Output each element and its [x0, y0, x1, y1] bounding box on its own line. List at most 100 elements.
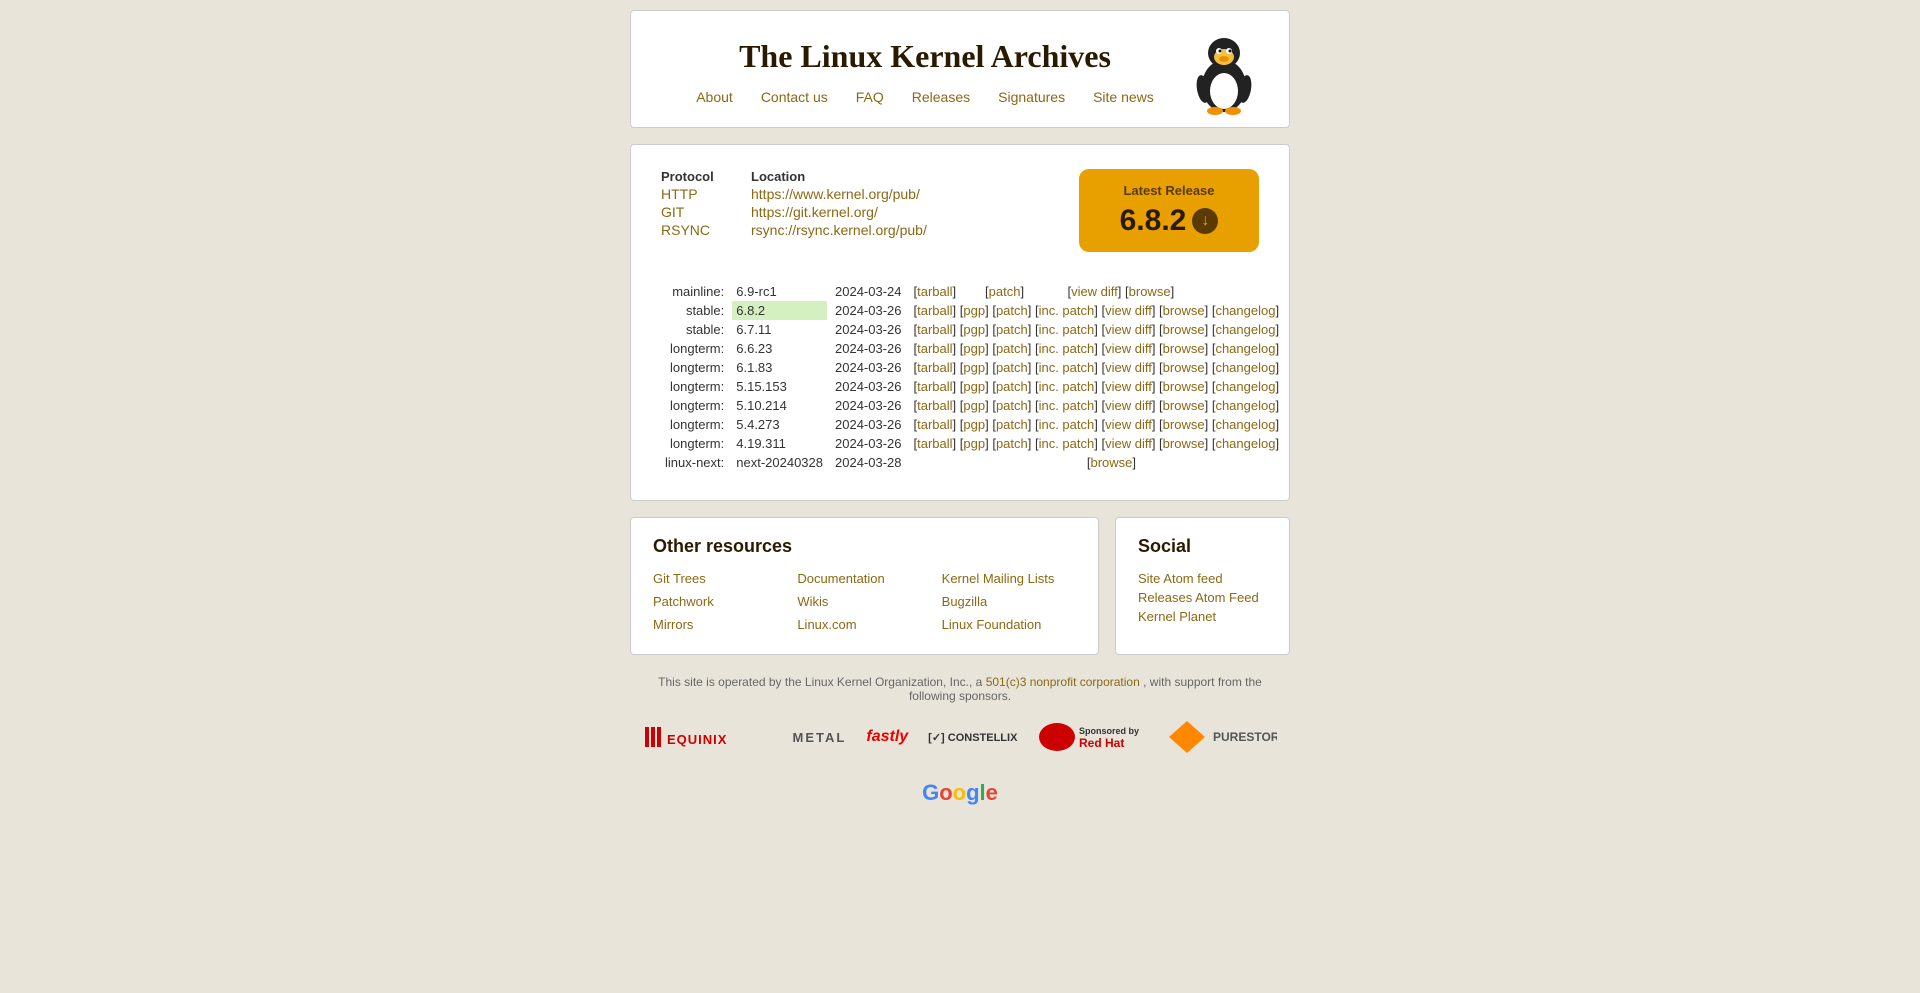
- patch-link[interactable]: patch: [996, 436, 1028, 451]
- git-value[interactable]: https://git.kernel.org/: [751, 204, 927, 220]
- browse-link[interactable]: browse: [1163, 417, 1205, 432]
- patch-link[interactable]: patch: [996, 379, 1028, 394]
- changelog-link[interactable]: changelog: [1215, 417, 1275, 432]
- linux-com-link[interactable]: Linux.com: [797, 617, 931, 632]
- view-diff-link[interactable]: view diff: [1105, 436, 1152, 451]
- patch-link[interactable]: patch: [996, 322, 1028, 337]
- release-version: 5.15.153: [732, 377, 827, 396]
- patch-link[interactable]: patch: [996, 303, 1028, 318]
- pgp-link[interactable]: pgp: [963, 360, 985, 375]
- browse-link[interactable]: browse: [1163, 322, 1205, 337]
- browse-link[interactable]: browse: [1163, 303, 1205, 318]
- view-diff-link[interactable]: view diff: [1105, 379, 1152, 394]
- pgp-link[interactable]: pgp: [963, 322, 985, 337]
- changelog-link[interactable]: changelog: [1215, 398, 1275, 413]
- rsync-value[interactable]: rsync://rsync.kernel.org/pub/: [751, 222, 927, 238]
- inc-patch-link[interactable]: inc. patch: [1039, 360, 1095, 375]
- patchwork-link[interactable]: Patchwork: [653, 594, 787, 609]
- mirrors-link[interactable]: Mirrors: [653, 617, 787, 632]
- inc-patch-link[interactable]: inc. patch: [1039, 417, 1095, 432]
- release-version: next-20240328: [732, 453, 827, 472]
- other-resources-section: Other resources Git Trees Documentation …: [630, 517, 1099, 655]
- nav-faq[interactable]: FAQ: [856, 89, 884, 105]
- inc-patch-link[interactable]: inc. patch: [1039, 379, 1095, 394]
- redhat-sponsor: Sponsored by Red Hat: [1037, 719, 1147, 755]
- view-diff-link[interactable]: view diff: [1105, 341, 1152, 356]
- browse-link[interactable]: browse: [1163, 341, 1205, 356]
- patch-link[interactable]: patch: [989, 284, 1021, 299]
- view-diff-link[interactable]: view diff: [1105, 417, 1152, 432]
- changelog-link[interactable]: changelog: [1215, 360, 1275, 375]
- kernel-mailing-lists-link[interactable]: Kernel Mailing Lists: [942, 571, 1076, 586]
- site-atom-feed-link[interactable]: Site Atom feed: [1138, 571, 1267, 586]
- metal-sponsor: METAL: [793, 719, 847, 755]
- changelog-link[interactable]: changelog: [1215, 341, 1275, 356]
- browse-link[interactable]: browse: [1129, 284, 1171, 299]
- release-links: [tarball] [pgp] [patch] [inc. patch] [vi…: [910, 339, 1284, 358]
- nav-signatures[interactable]: Signatures: [998, 89, 1065, 105]
- browse-link[interactable]: browse: [1163, 436, 1205, 451]
- changelog-link[interactable]: changelog: [1215, 322, 1275, 337]
- view-diff-link[interactable]: view diff: [1105, 398, 1152, 413]
- tarball-link[interactable]: tarball: [917, 398, 952, 413]
- inc-patch-link[interactable]: inc. patch: [1039, 303, 1095, 318]
- nav-about[interactable]: About: [696, 89, 733, 105]
- pgp-link[interactable]: pgp: [963, 436, 985, 451]
- tarball-link[interactable]: tarball: [917, 436, 952, 451]
- tarball-link[interactable]: tarball: [917, 322, 952, 337]
- pgp-link[interactable]: pgp: [963, 303, 985, 318]
- tarball-link[interactable]: tarball: [917, 379, 952, 394]
- git-trees-link[interactable]: Git Trees: [653, 571, 787, 586]
- http-value[interactable]: https://www.kernel.org/pub/: [751, 186, 927, 202]
- patch-link[interactable]: patch: [996, 417, 1028, 432]
- documentation-link[interactable]: Documentation: [797, 571, 931, 586]
- releases-atom-feed-link[interactable]: Releases Atom Feed: [1138, 590, 1267, 605]
- resources-links: Git Trees Documentation Kernel Mailing L…: [653, 571, 1076, 636]
- changelog-link[interactable]: changelog: [1215, 379, 1275, 394]
- pgp-link[interactable]: pgp: [963, 398, 985, 413]
- view-diff-link[interactable]: view diff: [1105, 322, 1152, 337]
- release-links: [tarball] [pgp] [patch] [inc. patch] [vi…: [910, 377, 1284, 396]
- http-label[interactable]: HTTP: [661, 186, 741, 202]
- bugzilla-link[interactable]: Bugzilla: [942, 594, 1076, 609]
- tarball-link[interactable]: tarball: [917, 284, 952, 299]
- browse-link[interactable]: browse: [1163, 360, 1205, 375]
- git-label[interactable]: GIT: [661, 204, 741, 220]
- nav-releases[interactable]: Releases: [912, 89, 970, 105]
- latest-release-badge[interactable]: Latest Release 6.8.2 ↓: [1079, 169, 1259, 252]
- view-diff-link[interactable]: view diff: [1105, 303, 1152, 318]
- changelog-link[interactable]: changelog: [1215, 303, 1275, 318]
- table-row: stable: 6.7.11 2024-03-26 [tarball] [pgp…: [661, 320, 1283, 339]
- patch-link[interactable]: patch: [996, 398, 1028, 413]
- table-row: stable: 6.8.2 2024-03-26 [tarball] [pgp]…: [661, 301, 1283, 320]
- inc-patch-link[interactable]: inc. patch: [1039, 341, 1095, 356]
- pgp-link[interactable]: pgp: [963, 341, 985, 356]
- tarball-link[interactable]: tarball: [917, 417, 952, 432]
- release-type: longterm:: [661, 415, 732, 434]
- linux-foundation-link[interactable]: Linux Foundation: [942, 617, 1076, 632]
- changelog-link[interactable]: changelog: [1215, 436, 1275, 451]
- inc-patch-link[interactable]: inc. patch: [1039, 436, 1095, 451]
- browse-link[interactable]: browse: [1090, 455, 1132, 470]
- release-version: 6.7.11: [732, 320, 827, 339]
- tarball-link[interactable]: tarball: [917, 360, 952, 375]
- inc-patch-link[interactable]: inc. patch: [1039, 398, 1095, 413]
- patch-link[interactable]: patch: [996, 360, 1028, 375]
- rsync-label[interactable]: RSYNC: [661, 222, 741, 238]
- view-diff-link[interactable]: view diff: [1105, 360, 1152, 375]
- pgp-link[interactable]: pgp: [963, 417, 985, 432]
- svg-text:PURESTORAGE: PURESTORAGE: [1213, 730, 1277, 744]
- tarball-link[interactable]: tarball: [917, 303, 952, 318]
- patch-link[interactable]: patch: [996, 341, 1028, 356]
- nav-contact[interactable]: Contact us: [761, 89, 828, 105]
- browse-link[interactable]: browse: [1163, 398, 1205, 413]
- browse-link[interactable]: browse: [1163, 379, 1205, 394]
- inc-patch-link[interactable]: inc. patch: [1039, 322, 1095, 337]
- pgp-link[interactable]: pgp: [963, 379, 985, 394]
- wikis-link[interactable]: Wikis: [797, 594, 931, 609]
- tarball-link[interactable]: tarball: [917, 341, 952, 356]
- nav-sitenews[interactable]: Site news: [1093, 89, 1154, 105]
- nonprofit-link[interactable]: 501(c)3 nonprofit corporation: [986, 675, 1140, 689]
- view-diff-link[interactable]: view diff: [1071, 284, 1118, 299]
- kernel-planet-link[interactable]: Kernel Planet: [1138, 609, 1267, 624]
